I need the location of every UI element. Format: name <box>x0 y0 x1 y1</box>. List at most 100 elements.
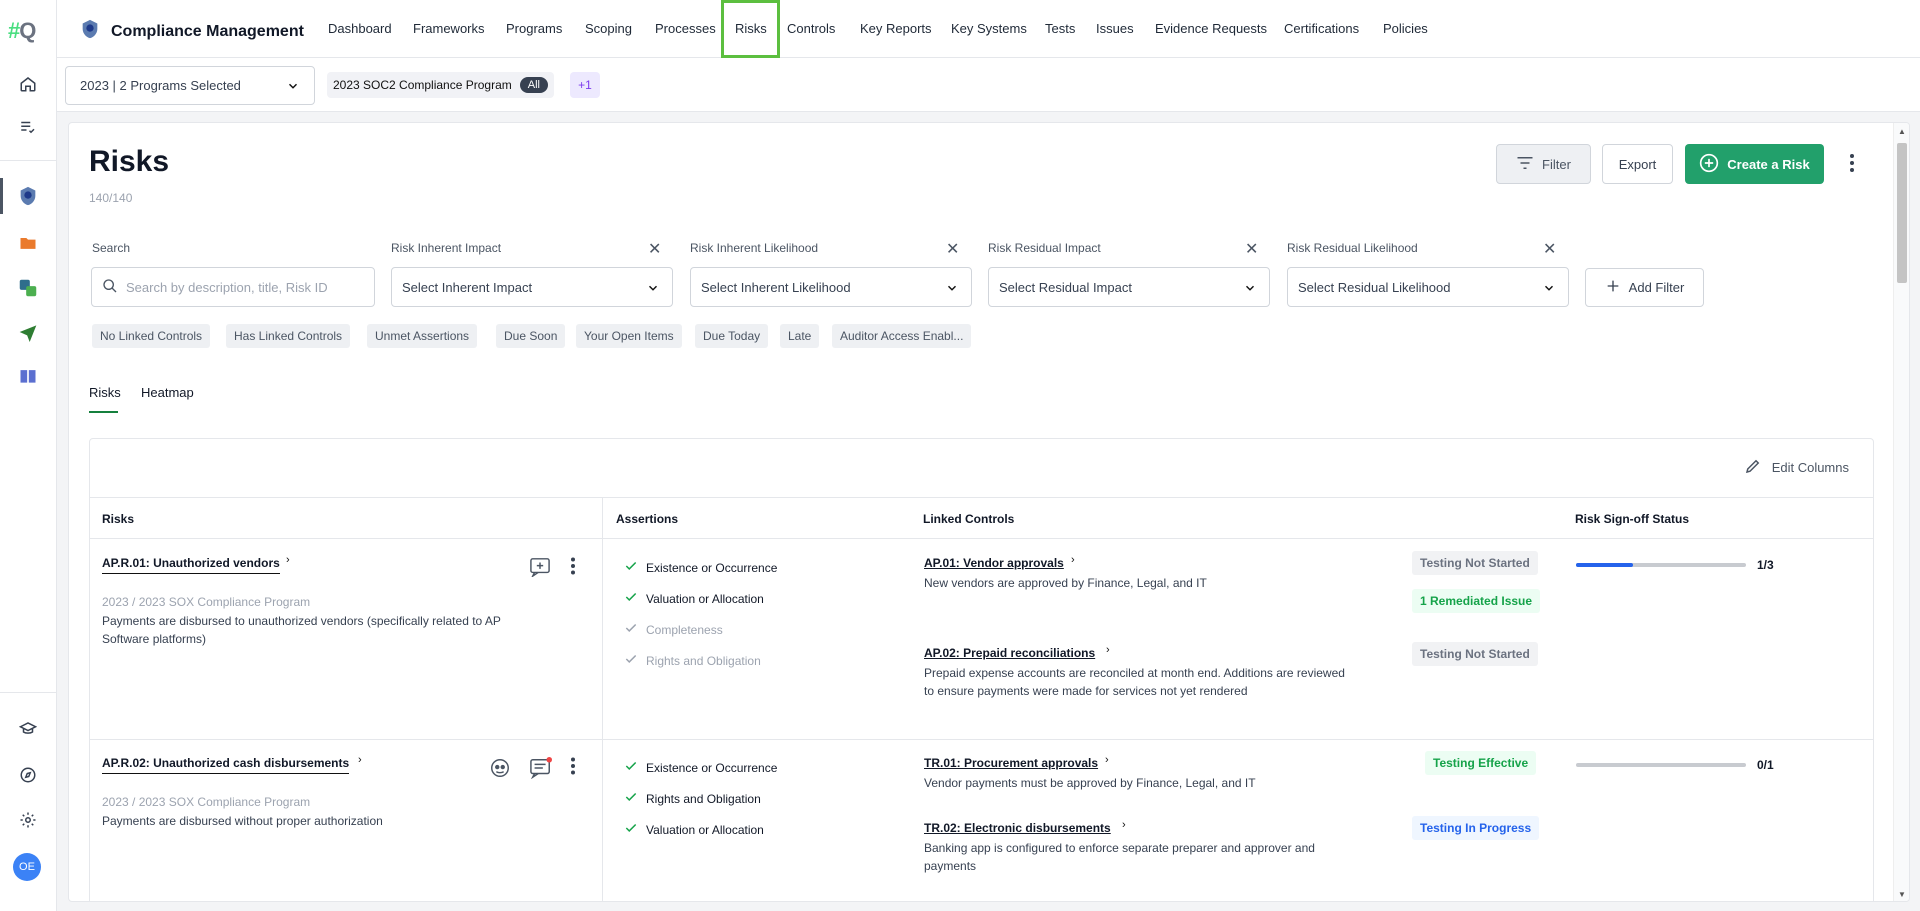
filter-button[interactable]: Filter <box>1496 144 1591 184</box>
column-header-signoff[interactable]: Risk Sign-off Status <box>1575 512 1689 526</box>
assertion-label: Rights and Obligation <box>646 791 761 806</box>
tasks-list-icon[interactable] <box>14 113 42 141</box>
tab-risks[interactable]: Risks <box>89 385 121 400</box>
control-description: Banking app is configured to enforce sep… <box>924 841 1315 873</box>
column-header-risks[interactable]: Risks <box>102 512 134 526</box>
risk-title-link[interactable]: AP.R.02: Unauthorized cash disbursements <box>102 756 350 774</box>
nav-key-reports[interactable]: Key Reports <box>860 21 932 36</box>
control-link[interactable]: TR.01: Procurement approvals <box>924 756 1098 770</box>
nav-programs[interactable]: Programs <box>506 21 562 36</box>
book-icon[interactable] <box>14 362 42 390</box>
control-link[interactable]: TR.02: Electronic disbursements <box>924 821 1111 835</box>
quick-filter-chip[interactable]: Due Today <box>695 324 769 348</box>
program-selector[interactable]: 2023 | 2 Programs Selected <box>65 66 315 105</box>
program-chip[interactable]: 2023 SOC2 Compliance Program All <box>327 72 554 98</box>
nav-certifications[interactable]: Certifications <box>1284 21 1359 36</box>
chevron-down-icon <box>1243 281 1257 298</box>
edit-columns-button[interactable]: Edit Columns <box>1744 457 1849 478</box>
create-risk-button[interactable]: Create a Risk <box>1685 144 1824 184</box>
folder-icon[interactable] <box>14 229 42 257</box>
settings-gear-icon[interactable] <box>14 806 42 834</box>
signoff-count: 0/1 <box>1757 758 1774 772</box>
assertion-label: Valuation or Allocation <box>646 822 764 837</box>
quick-filter-chip[interactable]: Due Soon <box>496 324 566 348</box>
compliance-logo-icon <box>79 18 101 45</box>
quick-filter-chip[interactable]: Auditor Access Enabl... <box>832 324 972 348</box>
top-navigation: Compliance Management Dashboard Framewor… <box>57 0 1920 58</box>
chevron-down-icon <box>945 281 959 298</box>
row-options-icon[interactable] <box>570 757 576 775</box>
issue-badge[interactable]: 1 Remediated Issue <box>1412 589 1541 613</box>
app-logo[interactable]: #Q <box>8 18 36 44</box>
app-title: Compliance Management <box>111 22 304 40</box>
send-icon[interactable] <box>14 318 42 346</box>
control-link[interactable]: AP.02: Prepaid reconciliations <box>924 646 1095 660</box>
nav-key-systems[interactable]: Key Systems <box>951 21 1027 36</box>
assertion-label: Completeness <box>646 622 723 637</box>
sync-icon[interactable] <box>14 274 42 302</box>
clear-inherent-impact-icon[interactable]: ✕ <box>648 239 661 259</box>
active-tab-indicator <box>89 411 118 413</box>
add-comment-icon[interactable] <box>529 557 551 577</box>
ai-assistant-icon[interactable] <box>489 757 511 779</box>
nav-dashboard[interactable]: Dashboard <box>328 21 392 36</box>
control-link[interactable]: AP.01: Vendor approvals <box>924 556 1064 570</box>
risk-program: 2023 / 2023 SOX Compliance Program <box>102 595 311 609</box>
learning-icon[interactable] <box>14 715 42 743</box>
nav-tests[interactable]: Tests <box>1045 21 1075 36</box>
assertion-label: Existence or Occurrence <box>646 760 778 775</box>
nav-evidence-requests[interactable]: Evidence Requests <box>1155 21 1267 36</box>
table-header: Risks Assertions Linked Controls Risk Si… <box>90 497 1873 539</box>
compass-icon[interactable] <box>14 761 42 789</box>
edit-columns-label: Edit Columns <box>1771 460 1849 475</box>
nav-controls[interactable]: Controls <box>787 21 835 36</box>
control-status-badge: Testing Effective <box>1425 751 1537 775</box>
control-description: Vendor payments must be approved by Fina… <box>924 776 1256 790</box>
scrollbar-thumb[interactable] <box>1897 143 1907 283</box>
column-header-assertions[interactable]: Assertions <box>616 512 678 526</box>
add-filter-button[interactable]: Add Filter <box>1585 268 1704 307</box>
residual-impact-select[interactable]: Select Residual Impact <box>988 267 1270 307</box>
control-status-badge: Testing Not Started <box>1412 551 1538 575</box>
signoff-progress-fill <box>1576 563 1633 567</box>
search-input[interactable]: Search by description, title, Risk ID <box>91 267 375 307</box>
brand[interactable]: Compliance Management <box>79 18 304 45</box>
quick-filter-chip[interactable]: Has Linked Controls <box>226 324 351 348</box>
signoff-progress-bar <box>1576 563 1746 567</box>
inherent-likelihood-select[interactable]: Select Inherent Likelihood <box>690 267 972 307</box>
more-options-icon[interactable] <box>1849 153 1855 178</box>
row-options-icon[interactable] <box>570 557 576 575</box>
risk-title-link[interactable]: AP.R.01: Unauthorized vendors <box>102 556 280 574</box>
more-programs-chip[interactable]: +1 <box>570 72 600 98</box>
nav-processes[interactable]: Processes <box>655 21 716 36</box>
export-button[interactable]: Export <box>1602 144 1673 184</box>
compliance-badge-icon[interactable] <box>14 182 42 210</box>
residual-likelihood-select[interactable]: Select Residual Likelihood <box>1287 267 1569 307</box>
program-chip-badge: All <box>519 77 548 93</box>
chevron-right-icon: › <box>1071 554 1075 566</box>
comments-icon[interactable] <box>529 757 553 779</box>
user-avatar[interactable]: OE <box>13 853 41 881</box>
nav-scoping[interactable]: Scoping <box>585 21 632 36</box>
control-status-badge: Testing Not Started <box>1412 642 1538 666</box>
quick-filter-chip[interactable]: Your Open Items <box>576 324 682 348</box>
check-icon <box>624 590 638 607</box>
clear-residual-likelihood-icon[interactable]: ✕ <box>1543 239 1556 259</box>
chevron-down-icon <box>1542 281 1556 298</box>
quick-filter-chip[interactable]: No Linked Controls <box>92 324 211 348</box>
tab-heatmap[interactable]: Heatmap <box>141 385 194 400</box>
quick-filter-chip[interactable]: Late <box>780 324 820 348</box>
home-icon[interactable] <box>14 70 42 98</box>
check-icon <box>624 621 638 638</box>
program-bar: 2023 | 2 Programs Selected 2023 SOC2 Com… <box>57 58 1920 112</box>
quick-filter-chip[interactable]: Unmet Assertions <box>367 324 478 348</box>
nav-issues[interactable]: Issues <box>1096 21 1134 36</box>
clear-inherent-likelihood-icon[interactable]: ✕ <box>946 239 959 259</box>
record-count: 140/140 <box>89 191 133 205</box>
clear-residual-impact-icon[interactable]: ✕ <box>1245 239 1258 259</box>
nav-policies[interactable]: Policies <box>1383 21 1428 36</box>
nav-frameworks[interactable]: Frameworks <box>413 21 485 36</box>
vertical-scrollbar[interactable]: ▲ ▼ <box>1893 123 1909 901</box>
inherent-impact-select[interactable]: Select Inherent Impact <box>391 267 673 307</box>
column-header-linked-controls[interactable]: Linked Controls <box>923 512 1014 526</box>
